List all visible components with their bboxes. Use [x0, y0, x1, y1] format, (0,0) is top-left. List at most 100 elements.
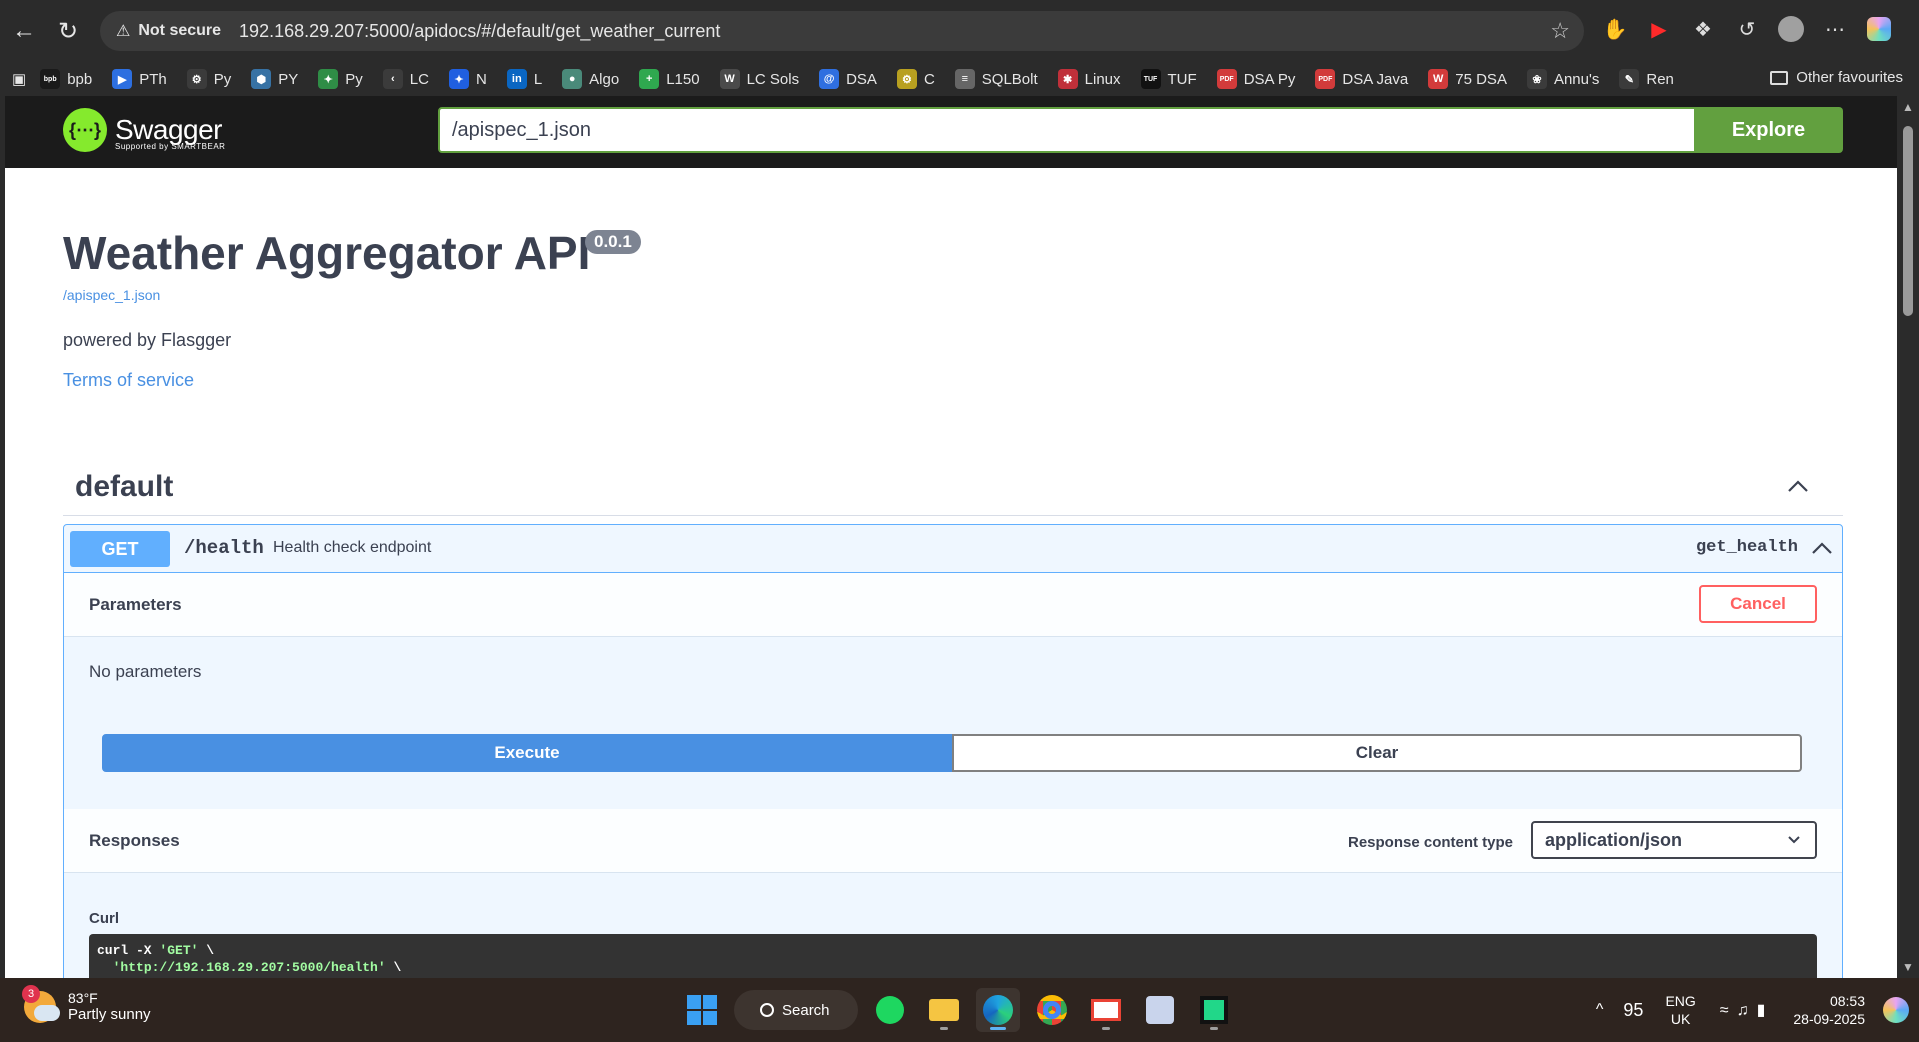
bookmark-label: PTh — [139, 70, 167, 88]
windows-start-icon[interactable] — [680, 988, 724, 1032]
page-viewport: {⋯} Swagger Supported by SMARTBEAR Explo… — [5, 96, 1897, 978]
curl-code-block[interactable]: curl -X 'GET' \ 'http://192.168.29.207:5… — [89, 934, 1817, 978]
bookmark-item[interactable]: ● Algo — [562, 69, 619, 89]
operation-summary-text[interactable]: Health check endpoint — [273, 539, 431, 557]
bookmark-favicon-icon: + — [639, 69, 660, 89]
clock[interactable]: 08:53 28-09-2025 — [1793, 992, 1865, 1028]
swagger-topbar: {⋯} Swagger Supported by SMARTBEAR Explo… — [5, 96, 1897, 168]
pycharm-icon[interactable] — [1192, 988, 1236, 1032]
curl-label: Curl — [89, 910, 119, 927]
bookmark-item[interactable]: PDF DSA Java — [1315, 69, 1408, 89]
taskbar-search[interactable]: Search — [734, 990, 858, 1030]
bookmark-item[interactable]: bpb bpb — [40, 69, 92, 89]
terms-of-service-link[interactable]: Terms of service — [63, 370, 194, 391]
method-badge[interactable]: GET — [70, 531, 170, 567]
more-menu-icon[interactable]: ⋯ — [1820, 14, 1850, 44]
tag-name[interactable]: default — [75, 470, 173, 504]
copilot-icon[interactable] — [1864, 14, 1894, 44]
bookmark-item[interactable]: + L150 — [639, 69, 700, 89]
security-label[interactable]: Not secure — [138, 22, 221, 40]
bookmark-item[interactable]: ⬢ PY — [251, 69, 298, 89]
bookmark-item[interactable]: ▶ PTh — [112, 69, 167, 89]
edge-browser-icon[interactable] — [976, 988, 1020, 1032]
favourite-star-icon[interactable]: ☆ — [1550, 18, 1570, 44]
bookmark-item[interactable]: PDF DSA Py — [1216, 69, 1295, 89]
address-bar[interactable]: ⚠ Not secure 192.168.29.207:5000/apidocs… — [100, 11, 1584, 51]
bookmark-item[interactable]: @ DSA — [819, 69, 877, 89]
file-explorer-icon[interactable] — [922, 988, 966, 1032]
adblock-extension-icon[interactable]: ✋ — [1600, 14, 1630, 44]
bookmark-label: Py — [345, 70, 363, 88]
scroll-up-icon[interactable]: ▲ — [1902, 100, 1914, 114]
bookmark-item[interactable]: TUF TUF — [1140, 69, 1197, 89]
page-scrollbar[interactable]: ▲ ▼ — [1897, 96, 1919, 978]
bookmark-item[interactable]: ✎ Ren — [1619, 69, 1674, 89]
bookmark-label: Ren — [1646, 70, 1674, 88]
clear-button[interactable]: Clear — [952, 734, 1802, 772]
scrollbar-thumb[interactable] — [1903, 126, 1913, 316]
curl-url: 'http://192.168.29.207:5000/health' — [112, 960, 386, 975]
swagger-logo-icon: {⋯} — [63, 108, 107, 152]
extensions-puzzle-icon[interactable]: ❖ — [1688, 14, 1718, 44]
history-icon[interactable]: ↺ — [1732, 14, 1762, 44]
bookmark-favicon-icon: ✦ — [318, 69, 339, 89]
operation-id: get_health — [1695, 538, 1798, 557]
bookmark-favicon-icon: TUF — [1140, 69, 1161, 89]
bookmark-item[interactable]: W LC Sols — [719, 69, 800, 89]
chevron-up-icon[interactable] — [1810, 538, 1834, 560]
tag-section-default[interactable]: default — [63, 466, 1843, 516]
windows-app-icon[interactable] — [1138, 988, 1182, 1032]
youtube-extension-icon[interactable]: ▶ — [1644, 14, 1674, 44]
reading-list-icon[interactable]: ▣ — [12, 70, 26, 88]
operation-path[interactable]: /health — [184, 537, 264, 559]
gmail-icon[interactable] — [1084, 988, 1128, 1032]
bookmark-item[interactable]: ⚙ Py — [186, 69, 232, 89]
weather-widget[interactable]: 3 83°F Partly sunny — [22, 984, 151, 1023]
profile-avatar-icon[interactable] — [1776, 14, 1806, 44]
curl-continuation: \ — [385, 960, 402, 975]
response-content-type-select[interactable]: application/json — [1531, 821, 1817, 859]
spotify-icon[interactable] — [868, 988, 912, 1032]
copilot-taskbar-icon[interactable] — [1883, 997, 1909, 1023]
spec-link[interactable]: /apispec_1.json — [63, 287, 160, 303]
bookmark-favicon-icon: PDF — [1216, 69, 1237, 89]
response-content-type-value: application/json — [1545, 829, 1683, 850]
bookmark-favicon-icon: bpb — [40, 69, 61, 89]
language-indicator[interactable]: ENG UK — [1665, 992, 1695, 1028]
tray-counter[interactable]: 95 — [1623, 1000, 1643, 1021]
bookmark-favicon-icon: ✦ — [448, 69, 469, 89]
system-tray: ^ 95 ENG UK ≈♫▮ 08:53 28-09-2025 — [1596, 978, 1919, 1042]
bookmark-item[interactable]: ≡ SQLBolt — [954, 69, 1038, 89]
swagger-logo[interactable]: {⋯} Swagger Supported by SMARTBEAR — [63, 108, 225, 152]
other-favourites[interactable]: Other favourites — [1770, 69, 1903, 86]
show-hidden-icons-chevron-icon[interactable]: ^ — [1596, 1001, 1604, 1019]
operation-summary[interactable]: GET /health Health check endpoint get_he… — [64, 525, 1842, 573]
warning-icon[interactable]: ⚠ — [116, 21, 130, 41]
chrome-icon[interactable] — [1030, 988, 1074, 1032]
url-text[interactable]: 192.168.29.207:5000/apidocs/#/default/ge… — [239, 21, 720, 42]
bookmark-item[interactable]: ‹ LC — [382, 69, 429, 89]
bookmark-item[interactable]: ✦ N — [448, 69, 487, 89]
other-favourites-label: Other favourites — [1796, 69, 1903, 86]
bookmark-item[interactable]: ❀ Annu's — [1526, 69, 1599, 89]
bookmark-label: Py — [213, 70, 232, 88]
response-content-type-label: Response content type — [1348, 834, 1514, 851]
explore-button[interactable]: Explore — [1694, 107, 1843, 153]
chevron-up-icon[interactable] — [1787, 476, 1809, 498]
curl-continuation: \ — [198, 943, 215, 958]
bookmark-label: LC Sols — [746, 70, 800, 88]
scroll-down-icon[interactable]: ▼ — [1902, 960, 1914, 974]
back-arrow-icon[interactable]: ← — [4, 11, 44, 51]
weather-temperature: 83°F — [68, 990, 98, 1006]
wifi-volume-battery-icons[interactable]: ≈♫▮ — [1720, 1000, 1774, 1020]
no-parameters-text: No parameters — [89, 662, 202, 681]
bookmark-item[interactable]: ✦ Py — [318, 69, 363, 89]
bookmark-item[interactable]: in L — [506, 69, 542, 89]
execute-button[interactable]: Execute — [102, 734, 952, 772]
spec-url-input[interactable] — [438, 107, 1696, 153]
bookmark-item[interactable]: ✱ Linux — [1057, 69, 1121, 89]
refresh-icon[interactable]: ↻ — [48, 11, 88, 51]
bookmark-item[interactable]: ⚙ C — [896, 69, 935, 89]
cancel-button[interactable]: Cancel — [1699, 585, 1817, 623]
bookmark-item[interactable]: W 75 DSA — [1428, 69, 1507, 89]
